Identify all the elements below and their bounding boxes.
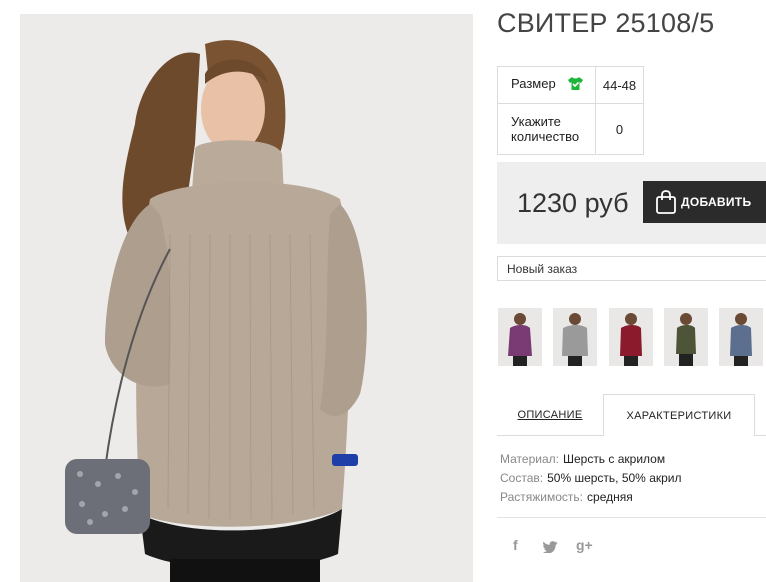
specs-list: Материал: Шерсть с акрилом Состав: 50% шер… bbox=[500, 450, 682, 507]
size-value[interactable]: 44-48 bbox=[595, 66, 644, 104]
order-select-value: Новый заказ bbox=[507, 262, 578, 276]
tab-characteristics[interactable]: ХАРАКТЕРИСТИКИ bbox=[603, 394, 755, 436]
spec-material-key: Материал: bbox=[500, 452, 559, 466]
spec-composition-key: Состав: bbox=[500, 471, 544, 485]
specs-divider bbox=[497, 517, 766, 518]
quantity-label: Укажите количество bbox=[497, 103, 596, 155]
thumb-purple[interactable] bbox=[498, 308, 542, 366]
thumb-olive[interactable] bbox=[664, 308, 708, 366]
product-tabs: ОПИСАНИЕ ХАРАКТЕРИСТИКИ bbox=[497, 394, 766, 436]
spec-stretch-value: средняя bbox=[587, 490, 633, 504]
spec-composition-value: 50% шерсть, 50% акрил bbox=[547, 471, 682, 485]
size-row: Размер 44-48 bbox=[497, 66, 644, 104]
price-box: 1230 руб ДОБАВИТЬ bbox=[497, 162, 766, 244]
product-main-image[interactable] bbox=[20, 14, 473, 582]
add-to-cart-button[interactable]: ДОБАВИТЬ bbox=[643, 181, 766, 223]
quantity-row: Укажите количество 0 bbox=[497, 103, 644, 155]
tab-active-gap bbox=[604, 435, 754, 436]
product-price: 1230 руб bbox=[517, 188, 629, 218]
order-select[interactable]: Новый заказ bbox=[497, 256, 766, 281]
thumb-blue[interactable] bbox=[719, 308, 763, 366]
spec-stretch-key: Растяжимость: bbox=[500, 490, 584, 504]
model-photo-illustration bbox=[20, 14, 473, 582]
googleplus-icon[interactable]: g+ bbox=[576, 537, 593, 553]
thumb-burgundy[interactable] bbox=[609, 308, 653, 366]
size-label-cell: Размер bbox=[497, 66, 596, 104]
size-label: Размер bbox=[511, 76, 556, 91]
spec-composition: Состав: 50% шерсть, 50% акрил bbox=[500, 469, 682, 488]
tab-description[interactable]: ОПИСАНИЕ bbox=[497, 394, 603, 435]
product-title: СВИТЕР 25108/5 bbox=[497, 8, 715, 38]
quantity-input[interactable]: 0 bbox=[595, 103, 644, 155]
thumb-gray[interactable] bbox=[553, 308, 597, 366]
spec-material: Материал: Шерсть с акрилом bbox=[500, 450, 682, 469]
add-to-cart-label: ДОБАВИТЬ bbox=[681, 195, 752, 209]
twitter-icon[interactable] bbox=[543, 540, 558, 556]
facebook-icon[interactable]: f bbox=[513, 537, 518, 553]
tshirt-icon[interactable] bbox=[567, 76, 584, 94]
spec-material-value: Шерсть с акрилом bbox=[562, 452, 666, 466]
spec-stretch: Растяжимость: средняя bbox=[500, 488, 682, 507]
product-options-table: Размер 44-48 Укажите количество 0 bbox=[497, 66, 644, 155]
shopping-bag-icon bbox=[655, 189, 677, 218]
